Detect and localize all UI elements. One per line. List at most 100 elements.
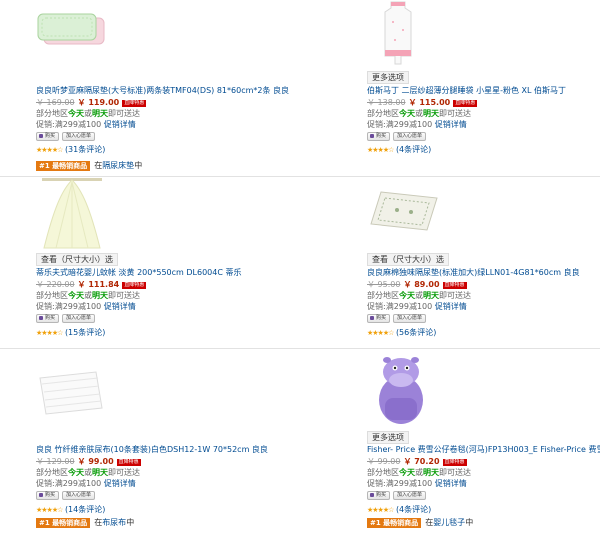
add-to-wishlist-button[interactable]: 加入心愿单 — [393, 491, 427, 500]
reviews-link[interactable]: (31条评论) — [65, 145, 105, 154]
product-title-link[interactable]: 伯斯马丁 二层纱超薄分腿睡袋 小星星-粉色 XL 伯斯马丁 — [367, 85, 566, 96]
product-title-link[interactable]: 良良麻棉独味隔尿垫(标准加大)绿LLN01-4G81*60cm 良良 — [367, 267, 580, 278]
bestseller-badge: #1 最畅销商品 — [367, 518, 422, 528]
action-buttons: 购买 加入心愿单 — [36, 132, 98, 141]
rank-category-link[interactable]: 婴儿毯子 — [433, 518, 465, 527]
rating-line: ★★★★☆ (31条评论) — [36, 144, 105, 156]
promo-details-link[interactable]: 促销详情 — [104, 479, 136, 488]
discount-tag: 直降特惠 — [453, 100, 478, 107]
bestseller-rank: #1 最畅销商品 在婴儿毯子中 — [367, 517, 473, 528]
buy-button[interactable]: 购买 — [367, 491, 391, 500]
list-price: ￥ 138.00 — [367, 98, 406, 107]
promotion-info: 促销:满299减100 促销详情 — [367, 479, 467, 488]
rating-line: ★★★★☆ (4条评论) — [367, 144, 431, 156]
sale-price: ￥ 70.20 — [403, 457, 440, 466]
action-buttons: 购买 加入心愿单 — [36, 314, 98, 323]
price-line: ￥ 95.00 ￥ 89.00 直降特惠 — [367, 279, 467, 290]
row-separator — [0, 176, 600, 177]
price-line: ￥ 138.00 ￥ 115.00 直降特惠 — [367, 97, 478, 108]
rating-line: ★★★★☆ (15条评论) — [36, 327, 105, 339]
promotion-info: 促销:满299减100 促销详情 — [367, 120, 467, 129]
product-title-link[interactable]: 良良 竹纤维亲肤尿布(10条套装)白色DSH12-1W 70*52cm 良良 — [36, 444, 268, 455]
sale-price: ￥ 119.00 — [77, 98, 120, 107]
promo-details-link[interactable]: 促销详情 — [435, 302, 467, 311]
shipping-info: 部分地区今天或明天即可送达 — [367, 109, 471, 118]
promotion-info: 促销:满299减100 促销详情 — [36, 120, 136, 129]
promotion-info: 促销:满299减100 促销详情 — [367, 302, 467, 311]
rating-line: ★★★★☆ (4条评论) — [367, 504, 431, 516]
product-image[interactable] — [36, 178, 108, 250]
promo-details-link[interactable]: 促销详情 — [104, 120, 136, 129]
reviews-link[interactable]: (56条评论) — [396, 328, 436, 337]
product-title-link[interactable]: Fisher- Price 费雪公仔卷毯(河马)FP13H003_E Fishe… — [367, 444, 600, 455]
add-to-wishlist-button[interactable]: 加入心愿单 — [393, 314, 427, 323]
rank-category-link[interactable]: 布尿布 — [102, 518, 126, 527]
row-separator — [0, 348, 600, 349]
product-title-link[interactable]: 蒂乐夫式暗花婴儿蚊帐 淡黄 200*550cm DL6004C 蒂乐 — [36, 267, 241, 278]
add-to-wishlist-button[interactable]: 加入心愿单 — [393, 132, 427, 141]
buy-button[interactable]: 购买 — [36, 491, 60, 500]
promotion-info: 促销:满299减100 促销详情 — [36, 302, 136, 311]
product-title-link[interactable]: 良良听梦亚麻隔尿垫(大号标准)两条装TMF04(DS) 81*60cm*2条 良… — [36, 85, 289, 96]
star-rating-icon: ★★★★☆ — [36, 506, 63, 514]
discount-tag: 直降特惠 — [122, 282, 147, 289]
add-to-wishlist-button[interactable]: 加入心愿单 — [62, 132, 96, 141]
sale-price: ￥ 89.00 — [403, 280, 440, 289]
shipping-info: 部分地区今天或明天即可送达 — [36, 468, 140, 477]
bestseller-badge: #1 最畅销商品 — [36, 518, 91, 528]
promo-details-link[interactable]: 促销详情 — [435, 479, 467, 488]
list-price: ￥ 99.00 — [367, 457, 401, 466]
reviews-link[interactable]: (14条评论) — [65, 505, 105, 514]
promotion-info: 促销:满299减100 促销详情 — [36, 479, 136, 488]
sale-price: ￥ 111.84 — [77, 280, 120, 289]
more-options-button[interactable]: 查看（尺寸大小）选 — [367, 253, 449, 266]
discount-tag: 直降特惠 — [442, 282, 467, 289]
star-rating-icon: ★★★★☆ — [36, 329, 63, 337]
bestseller-rank: #1 最畅销商品 在布尿布中 — [36, 517, 134, 528]
list-price: ￥ 95.00 — [367, 280, 401, 289]
reviews-link[interactable]: (4条评论) — [396, 505, 431, 514]
list-price: ￥ 220.00 — [36, 280, 75, 289]
product-image[interactable] — [367, 188, 441, 234]
buy-button[interactable]: 购买 — [367, 132, 391, 141]
more-options-button[interactable]: 更多选项 — [367, 71, 409, 84]
price-line: ￥ 220.00 ￥ 111.84 直降特惠 — [36, 279, 147, 290]
product-image[interactable] — [36, 10, 108, 50]
discount-tag: 直降特惠 — [442, 459, 467, 466]
rank-category-link[interactable]: 隔尿床垫 — [102, 161, 134, 170]
bestseller-badge: #1 最畅销商品 — [36, 161, 91, 171]
sale-price: ￥ 99.00 — [77, 457, 114, 466]
action-buttons: 购买 加入心愿单 — [367, 314, 429, 323]
shipping-info: 部分地区今天或明天即可送达 — [367, 468, 471, 477]
price-line: ￥ 129.00 ￥ 99.00 直降特惠 — [36, 456, 141, 467]
reviews-link[interactable]: (15条评论) — [65, 328, 105, 337]
product-image[interactable] — [36, 364, 106, 416]
add-to-wishlist-button[interactable]: 加入心愿单 — [62, 491, 96, 500]
buy-button[interactable]: 购买 — [36, 314, 60, 323]
sale-price: ￥ 115.00 — [408, 98, 451, 107]
more-options-button[interactable]: 更多选项 — [367, 431, 409, 444]
more-options-button[interactable]: 查看（尺寸大小）选 — [36, 253, 118, 266]
discount-tag: 直降特惠 — [116, 459, 141, 466]
rating-line: ★★★★☆ (56条评论) — [367, 327, 436, 339]
action-buttons: 购买 加入心愿单 — [36, 491, 98, 500]
star-rating-icon: ★★★★☆ — [367, 146, 394, 154]
price-line: ￥ 169.00 ￥ 119.00 直降特惠 — [36, 97, 147, 108]
product-image[interactable] — [379, 0, 417, 66]
buy-button[interactable]: 购买 — [36, 132, 60, 141]
action-buttons: 购买 加入心愿单 — [367, 132, 429, 141]
product-image[interactable] — [375, 354, 427, 426]
list-price: ￥ 129.00 — [36, 457, 75, 466]
promo-details-link[interactable]: 促销详情 — [435, 120, 467, 129]
add-to-wishlist-button[interactable]: 加入心愿单 — [62, 314, 96, 323]
shipping-info: 部分地区今天或明天即可送达 — [36, 291, 140, 300]
action-buttons: 购买 加入心愿单 — [367, 491, 429, 500]
star-rating-icon: ★★★★☆ — [367, 506, 394, 514]
promo-details-link[interactable]: 促销详情 — [104, 302, 136, 311]
bestseller-rank: #1 最畅销商品 在隔尿床垫中 — [36, 160, 142, 171]
reviews-link[interactable]: (4条评论) — [396, 145, 431, 154]
star-rating-icon: ★★★★☆ — [367, 329, 394, 337]
price-line: ￥ 99.00 ￥ 70.20 直降特惠 — [367, 456, 467, 467]
buy-button[interactable]: 购买 — [367, 314, 391, 323]
shipping-info: 部分地区今天或明天即可送达 — [36, 109, 140, 118]
